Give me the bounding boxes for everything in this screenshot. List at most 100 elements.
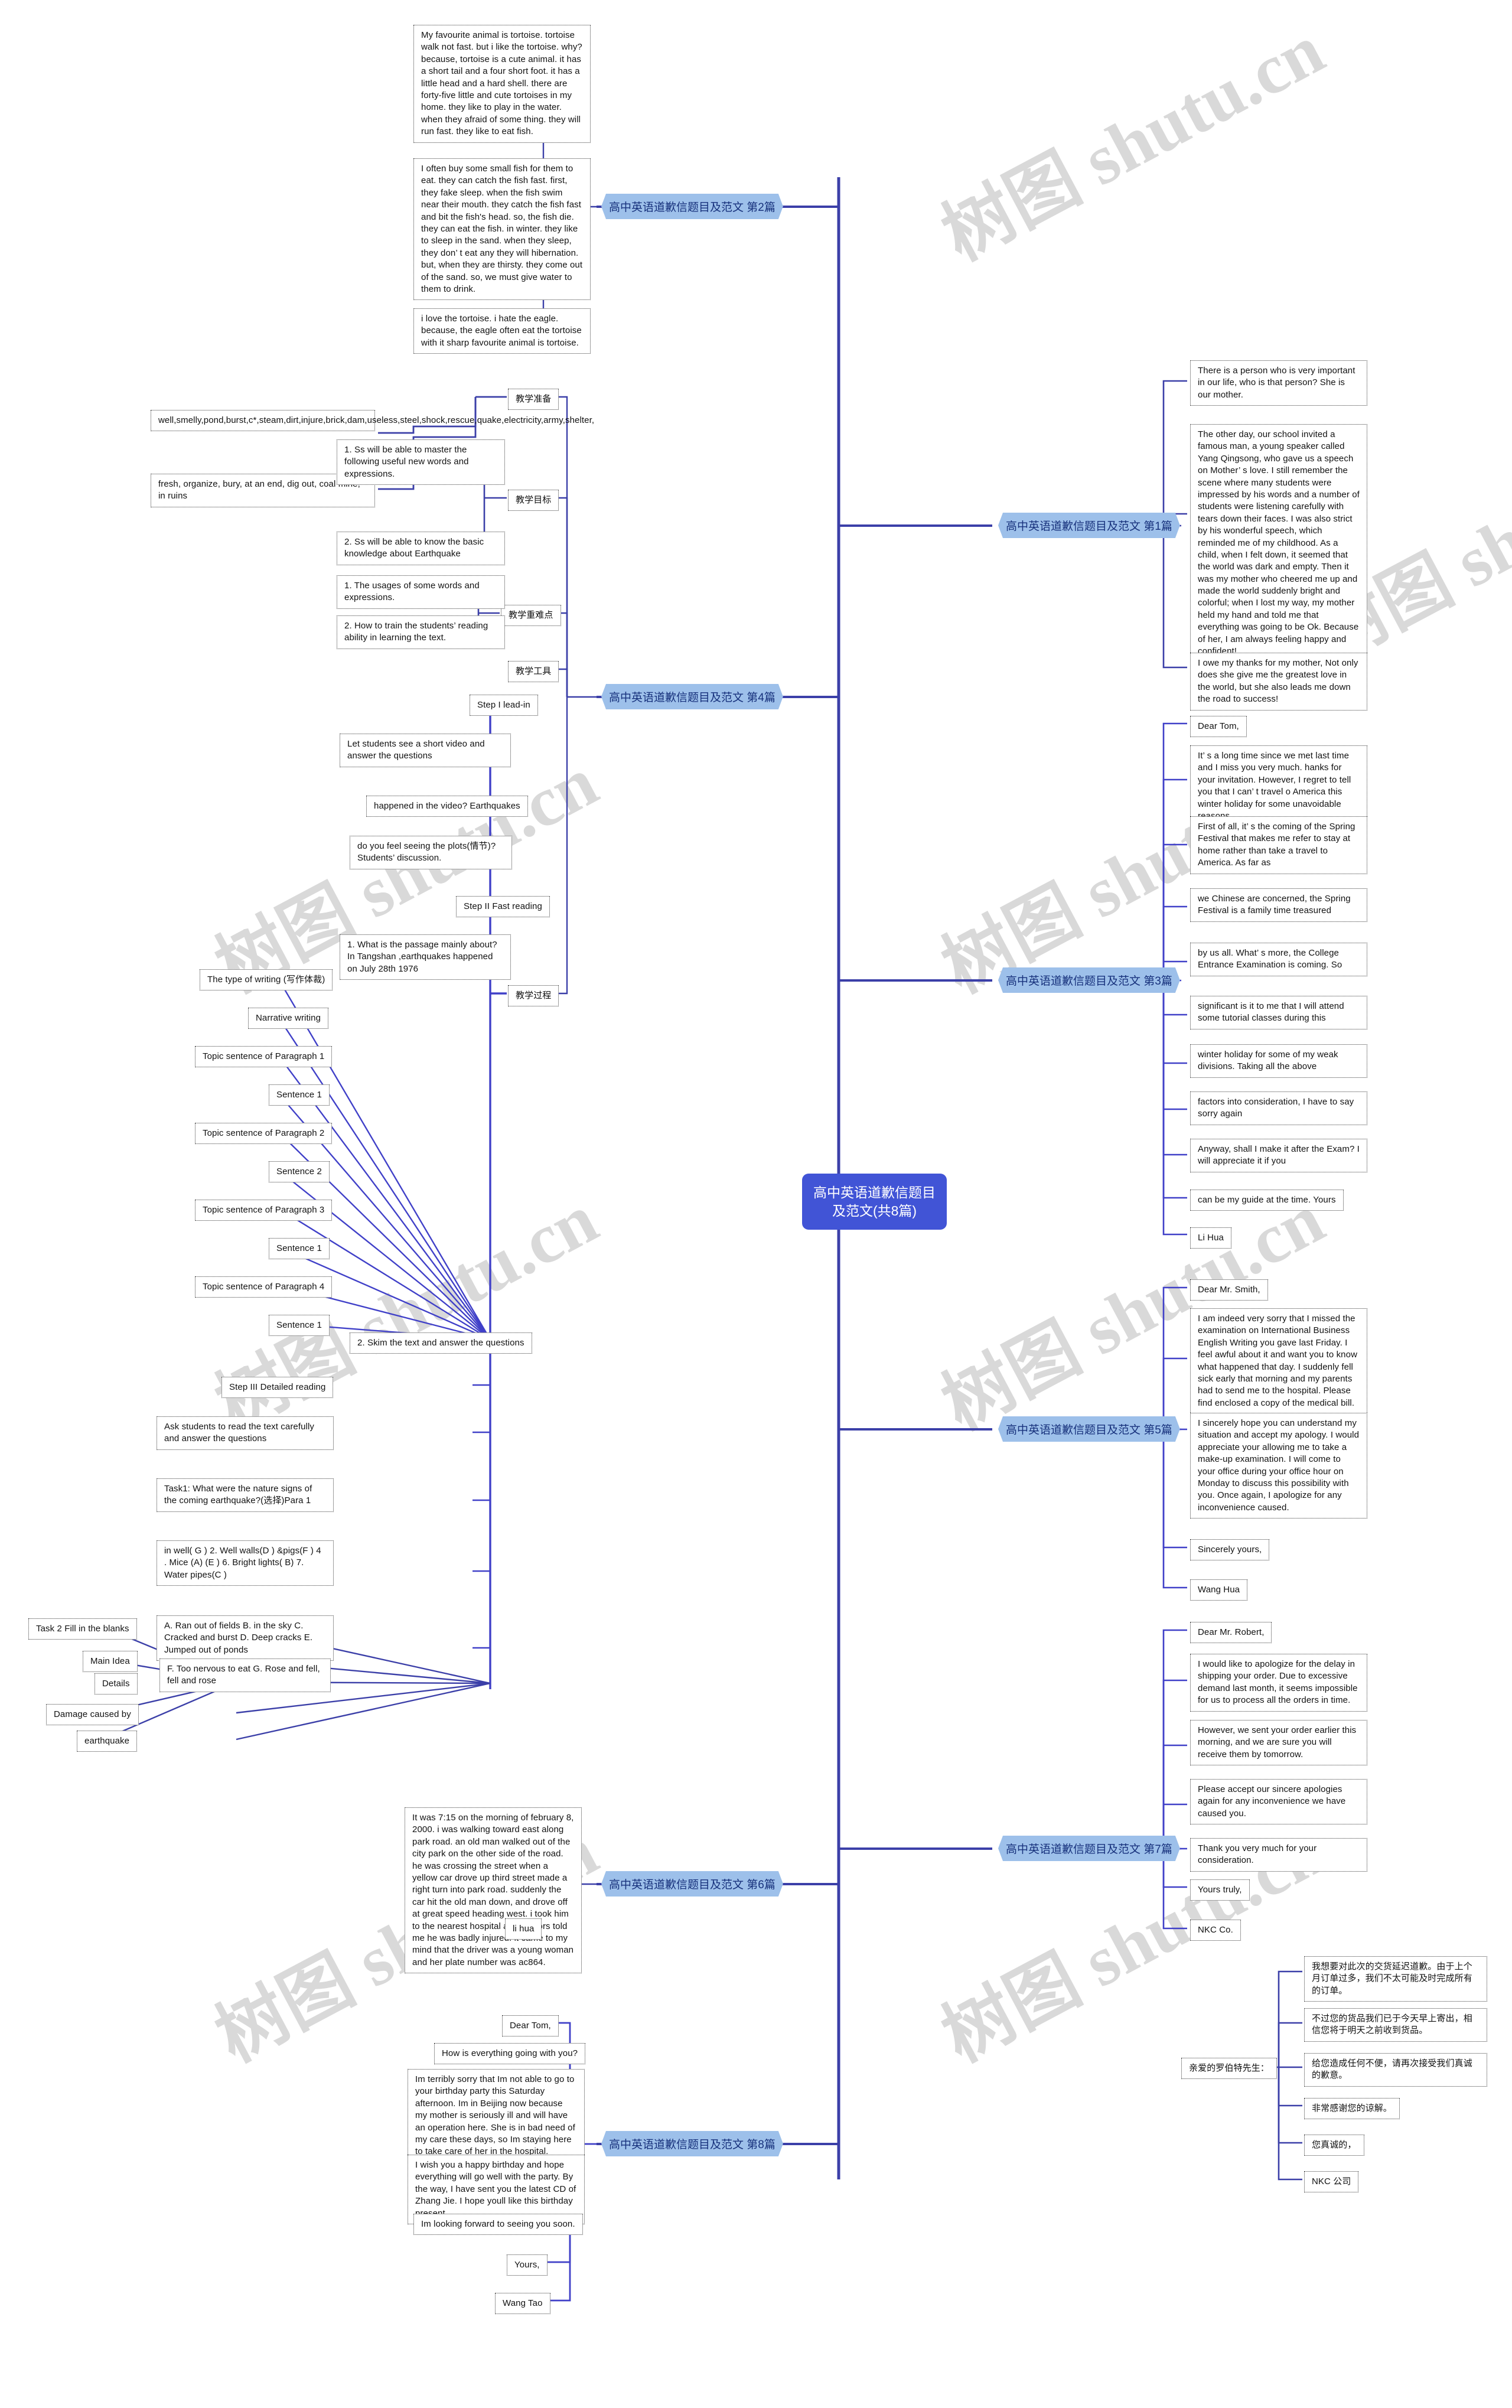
piece4-sentence-1c[interactable]: Sentence 1: [269, 1315, 330, 1337]
piece8-greeting[interactable]: How is everything going with you?: [434, 2043, 586, 2065]
piece7-paragraph-1[interactable]: I would like to apologize for the delay …: [1190, 1654, 1367, 1712]
piece3-paragraph-8[interactable]: Anyway, shall I make it after the Exam? …: [1190, 1139, 1367, 1172]
piece6-signature[interactable]: li hua: [505, 1918, 542, 1940]
central-node-label: 高中英语道歉信题目及范文(共8篇): [813, 1185, 936, 1218]
piece7-paragraph-4[interactable]: Thank you very much for your considerati…: [1190, 1838, 1367, 1872]
piece7-signature[interactable]: NKC Co.: [1190, 1920, 1241, 1941]
central-node[interactable]: 高中英语道歉信题目及范文(共8篇): [802, 1174, 947, 1230]
piece4-step2-activity-b[interactable]: 2. Skim the text and answer the question…: [350, 1332, 532, 1354]
branch-label-5[interactable]: 高中英语道歉信题目及范文 第5篇: [998, 1416, 1180, 1442]
piece4-writing-type[interactable]: The type of writing (写作体裁): [200, 969, 333, 991]
piece5-signature[interactable]: Wang Hua: [1190, 1579, 1248, 1601]
piece4-step3-task1[interactable]: Task1: What were the nature signs of the…: [157, 1478, 334, 1512]
piece4-focus-2[interactable]: 2. How to train the students’ reading ab…: [337, 615, 505, 649]
piece2-paragraph-2[interactable]: I often buy some small fish for them to …: [413, 158, 591, 301]
piece7-paragraph-2[interactable]: However, we sent your order earlier this…: [1190, 1720, 1367, 1766]
branch-4-text: 高中英语道歉信题目及范文 第4篇: [609, 692, 775, 704]
piece2-paragraph-3[interactable]: i love the tortoise. i hate the eagle. b…: [413, 308, 591, 354]
piece4-writing-narrative[interactable]: Narrative writing: [248, 1008, 329, 1029]
piece4-vocab-1[interactable]: well,smelly,pond,burst,c*,steam,dirt,inj…: [151, 410, 594, 432]
piece7-cn-signature[interactable]: NKC 公司: [1304, 2171, 1359, 2193]
piece3-paragraph-3[interactable]: we Chinese are concerned, the Spring Fes…: [1190, 888, 1367, 922]
piece1-paragraph-2[interactable]: The other day, our school invited a famo…: [1190, 424, 1367, 663]
piece4-topic-sentence-p1[interactable]: Topic sentence of Paragraph 1: [195, 1046, 333, 1068]
piece3-paragraph-4[interactable]: by us all. What’ s more, the College Ent…: [1190, 943, 1367, 976]
piece3-paragraph-7[interactable]: factors into consideration, I have to sa…: [1190, 1091, 1367, 1125]
piece4-focus-1[interactable]: 1. The usages of some words and expressi…: [337, 575, 505, 609]
branch-8-text: 高中英语道歉信题目及范文 第8篇: [609, 2139, 775, 2151]
branch-2-text: 高中英语道歉信题目及范文 第2篇: [609, 201, 775, 214]
branch-5-text: 高中英语道歉信题目及范文 第5篇: [1006, 1424, 1172, 1436]
piece5-paragraph-2[interactable]: I sincerely hope you can understand my s…: [1190, 1413, 1367, 1519]
piece7-cn-salutation[interactable]: 亲爱的罗伯特先生：: [1181, 2058, 1277, 2080]
piece4-details[interactable]: Details: [94, 1673, 138, 1695]
piece2-paragraph-1[interactable]: My favourite animal is tortoise. tortois…: [413, 25, 591, 143]
branch-label-8[interactable]: 高中英语道歉信题目及范文 第8篇: [601, 2131, 783, 2156]
piece4-focus-label[interactable]: 教学重难点: [501, 605, 561, 627]
piece7-salutation[interactable]: Dear Mr. Robert,: [1190, 1622, 1272, 1644]
piece4-step2-activity-a[interactable]: 1. What is the passage mainly about? In …: [340, 934, 511, 980]
piece4-sentence-1b[interactable]: Sentence 1: [269, 1238, 330, 1260]
branch-label-2[interactable]: 高中英语道歉信题目及范文 第2篇: [601, 194, 783, 219]
piece4-step1-activity-a[interactable]: Let students see a short video and answe…: [340, 734, 511, 767]
piece3-salutation[interactable]: Dear Tom,: [1190, 716, 1247, 738]
piece4-goal-2[interactable]: 2. Ss will be able to know the basic kno…: [337, 532, 505, 565]
branch-label-7[interactable]: 高中英语道歉信题目及范文 第7篇: [998, 1836, 1180, 1861]
piece3-paragraph-2[interactable]: First of all, it’ s the coming of the Sp…: [1190, 816, 1367, 874]
branch-1-text: 高中英语道歉信题目及范文 第1篇: [1006, 520, 1172, 533]
piece4-step-2[interactable]: Step II Fast reading: [456, 896, 550, 918]
piece1-paragraph-3[interactable]: I owe my thanks for my mother, Not only …: [1190, 653, 1367, 711]
piece4-step-1[interactable]: Step I lead-in: [470, 695, 538, 716]
piece4-step3-answers[interactable]: in well( G ) 2. Well walls(D ) &pigs(F )…: [157, 1540, 334, 1586]
piece3-paragraph-6[interactable]: winter holiday for some of my weak divis…: [1190, 1044, 1367, 1078]
piece4-step1-activity-c[interactable]: do you feel seeing the plots(情节)? Studen…: [350, 836, 512, 869]
piece8-closing[interactable]: Yours,: [507, 2254, 548, 2276]
piece7-closing[interactable]: Yours truly,: [1190, 1879, 1250, 1901]
piece7-cn-paragraph-2[interactable]: 不过您的货品我们已于今天早上寄出，相信您将于明天之前收到货品。: [1304, 2008, 1487, 2042]
watermark: 树图 shutu.cn: [930, 9, 1336, 275]
piece5-salutation[interactable]: Dear Mr. Smith,: [1190, 1279, 1268, 1301]
piece4-step3-activity-a[interactable]: Ask students to read the text carefully …: [157, 1416, 334, 1450]
piece7-cn-paragraph-3[interactable]: 给您造成任何不便，请再次接受我们真诚的歉意。: [1304, 2053, 1487, 2087]
branch-label-3[interactable]: 高中英语道歉信题目及范文 第3篇: [998, 967, 1180, 993]
piece4-topic-sentence-p3[interactable]: Topic sentence of Paragraph 3: [195, 1200, 333, 1221]
piece4-topic-sentence-p2[interactable]: Topic sentence of Paragraph 2: [195, 1123, 333, 1145]
piece4-sentence-1a[interactable]: Sentence 1: [269, 1084, 330, 1106]
branch-7-text: 高中英语道歉信题目及范文 第7篇: [1006, 1843, 1172, 1856]
piece8-salutation[interactable]: Dear Tom,: [502, 2015, 559, 2037]
piece7-cn-paragraph-1[interactable]: 我想要对此次的交货延迟道歉。由于上个月订单过多，我们不太可能及时完成所有的订单。: [1304, 1956, 1487, 2002]
piece8-paragraph-1[interactable]: Im terribly sorry that Im not able to go…: [408, 2069, 585, 2163]
piece1-paragraph-1[interactable]: There is a person who is very important …: [1190, 360, 1367, 406]
piece5-closing[interactable]: Sincerely yours,: [1190, 1539, 1270, 1561]
piece3-paragraph-1[interactable]: It’ s a long time since we met last time…: [1190, 745, 1367, 827]
piece7-paragraph-3[interactable]: Please accept our sincere apologies agai…: [1190, 1779, 1367, 1825]
piece6-paragraph-1[interactable]: It was 7:15 on the morning of february 8…: [405, 1807, 582, 1974]
mindmap-canvas: 树图 shutu.cn 树图 shutu.cn 树图 shutu.cn 树图 s…: [0, 0, 1512, 2408]
piece4-earthquake[interactable]: earthquake: [77, 1731, 138, 1752]
piece4-damage-caused-by[interactable]: Damage caused by: [46, 1704, 139, 1726]
piece7-cn-thanks[interactable]: 非常感谢您的谅解。: [1304, 2098, 1400, 2120]
piece7-cn-closing[interactable]: 您真诚的，: [1304, 2135, 1364, 2156]
piece4-step-3[interactable]: Step III Detailed reading: [221, 1377, 334, 1399]
piece3-paragraph-5[interactable]: significant is it to me that I will atte…: [1190, 996, 1367, 1029]
piece4-tool-label[interactable]: 教学工具: [508, 661, 559, 683]
piece3-closing[interactable]: can be my guide at the time. Yours: [1190, 1190, 1344, 1211]
piece4-prep-label[interactable]: 教学准备: [508, 389, 559, 410]
branch-label-1[interactable]: 高中英语道歉信题目及范文 第1篇: [998, 513, 1180, 538]
piece4-process-label[interactable]: 教学过程: [508, 985, 559, 1007]
piece8-signature[interactable]: Wang Tao: [495, 2293, 550, 2315]
piece3-signature[interactable]: Li Hua: [1190, 1227, 1231, 1249]
piece4-topic-sentence-p4[interactable]: Topic sentence of Paragraph 4: [195, 1276, 333, 1298]
piece8-closing-line[interactable]: Im looking forward to seeing you soon.: [413, 2214, 583, 2236]
piece4-task2[interactable]: Task 2 Fill in the blanks: [28, 1618, 137, 1640]
branch-label-6[interactable]: 高中英语道歉信题目及范文 第6篇: [601, 1871, 783, 1897]
piece4-details-answers[interactable]: F. Too nervous to eat G. Rose and fell, …: [159, 1658, 331, 1692]
branch-label-4[interactable]: 高中英语道歉信题目及范文 第4篇: [601, 684, 783, 709]
piece4-goal-label[interactable]: 教学目标: [508, 490, 559, 511]
piece4-step1-activity-b[interactable]: happened in the video? Earthquakes: [366, 796, 528, 817]
piece4-main-idea[interactable]: Main Idea: [83, 1651, 138, 1673]
piece5-paragraph-1[interactable]: I am indeed very sorry that I missed the…: [1190, 1308, 1367, 1415]
piece4-goal-1[interactable]: 1. Ss will be able to master the followi…: [337, 439, 505, 485]
piece4-step3-options[interactable]: A. Ran out of fields B. in the sky C. Cr…: [157, 1615, 334, 1661]
piece4-sentence-2[interactable]: Sentence 2: [269, 1161, 330, 1183]
